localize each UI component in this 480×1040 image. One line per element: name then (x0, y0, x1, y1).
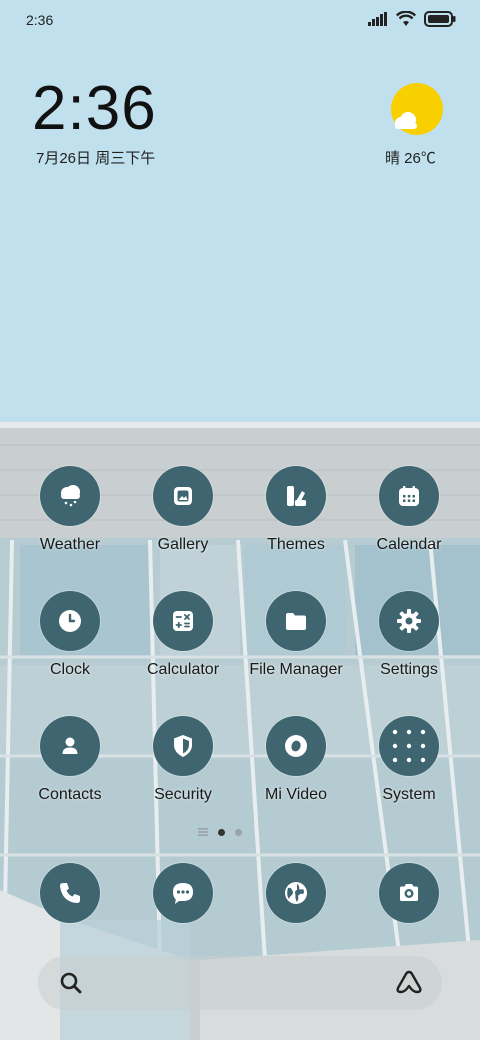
cellular-signal-icon (368, 12, 387, 26)
app-label: Mi Video (265, 786, 327, 803)
calculator-icon (153, 591, 213, 651)
page-dot-active[interactable] (218, 828, 225, 836)
app-calendar[interactable]: Calendar (353, 466, 465, 554)
clock-icon (40, 591, 100, 651)
status-bar-icons (368, 11, 456, 27)
messages-icon (173, 883, 193, 904)
app-label: Weather (39, 536, 101, 553)
app-label: Calculator (146, 661, 220, 678)
app-security[interactable]: Security (127, 716, 239, 804)
app-weather[interactable]: Weather (14, 466, 126, 554)
status-bar-time: 2:36 (26, 12, 54, 28)
app-clock[interactable]: Clock (14, 591, 126, 679)
app-label: Themes (267, 536, 325, 553)
app-label: Security (154, 786, 212, 803)
search-bar[interactable] (38, 956, 442, 1010)
app-label: File Manager (249, 661, 343, 678)
assistant-icon[interactable] (394, 968, 424, 996)
app-label: Settings (380, 661, 438, 678)
clock-widget-time[interactable]: 2:36 (32, 74, 157, 144)
system-folder-icon (379, 716, 439, 776)
phone-icon (60, 883, 80, 903)
app-label: Clock (49, 661, 90, 678)
clock-widget-date[interactable]: 7月26日 周三下午 (36, 147, 155, 168)
search-icon[interactable] (58, 970, 84, 996)
camera-icon (400, 884, 418, 901)
folder-icon (266, 591, 326, 651)
gallery-icon (153, 466, 213, 526)
gear-icon (379, 591, 439, 651)
video-icon (266, 716, 326, 776)
weather-icon (40, 466, 100, 526)
dock-browser[interactable] (266, 863, 326, 923)
app-file-manager[interactable]: File Manager (240, 591, 352, 679)
page-dot[interactable] (235, 828, 242, 836)
menu-lines-icon (198, 828, 208, 836)
sun-cloud-icon[interactable] (391, 83, 443, 135)
shield-icon (153, 716, 213, 776)
dock-camera[interactable] (379, 863, 439, 923)
app-calculator[interactable]: Calculator (127, 591, 239, 679)
app-mi-video[interactable]: Mi Video (240, 716, 352, 804)
app-settings[interactable]: Settings (353, 591, 465, 679)
app-label: Calendar (376, 536, 442, 553)
person-icon (40, 716, 100, 776)
themes-icon (266, 466, 326, 526)
calendar-icon (379, 466, 439, 526)
dock-phone[interactable] (40, 863, 100, 923)
wifi-icon (396, 11, 416, 26)
app-label: Gallery (157, 536, 209, 553)
browser-icon (285, 882, 307, 904)
page-indicator[interactable] (198, 828, 242, 836)
app-label: Contacts (38, 786, 102, 803)
app-themes[interactable]: Themes (240, 466, 352, 554)
battery-icon (424, 11, 456, 27)
app-gallery[interactable]: Gallery (127, 466, 239, 554)
weather-widget-text[interactable]: 晴 26℃ (385, 147, 436, 168)
dock-messages[interactable] (153, 863, 213, 923)
app-label: System (382, 786, 436, 803)
app-contacts[interactable]: Contacts (14, 716, 126, 804)
app-system-folder[interactable]: System (353, 716, 465, 804)
